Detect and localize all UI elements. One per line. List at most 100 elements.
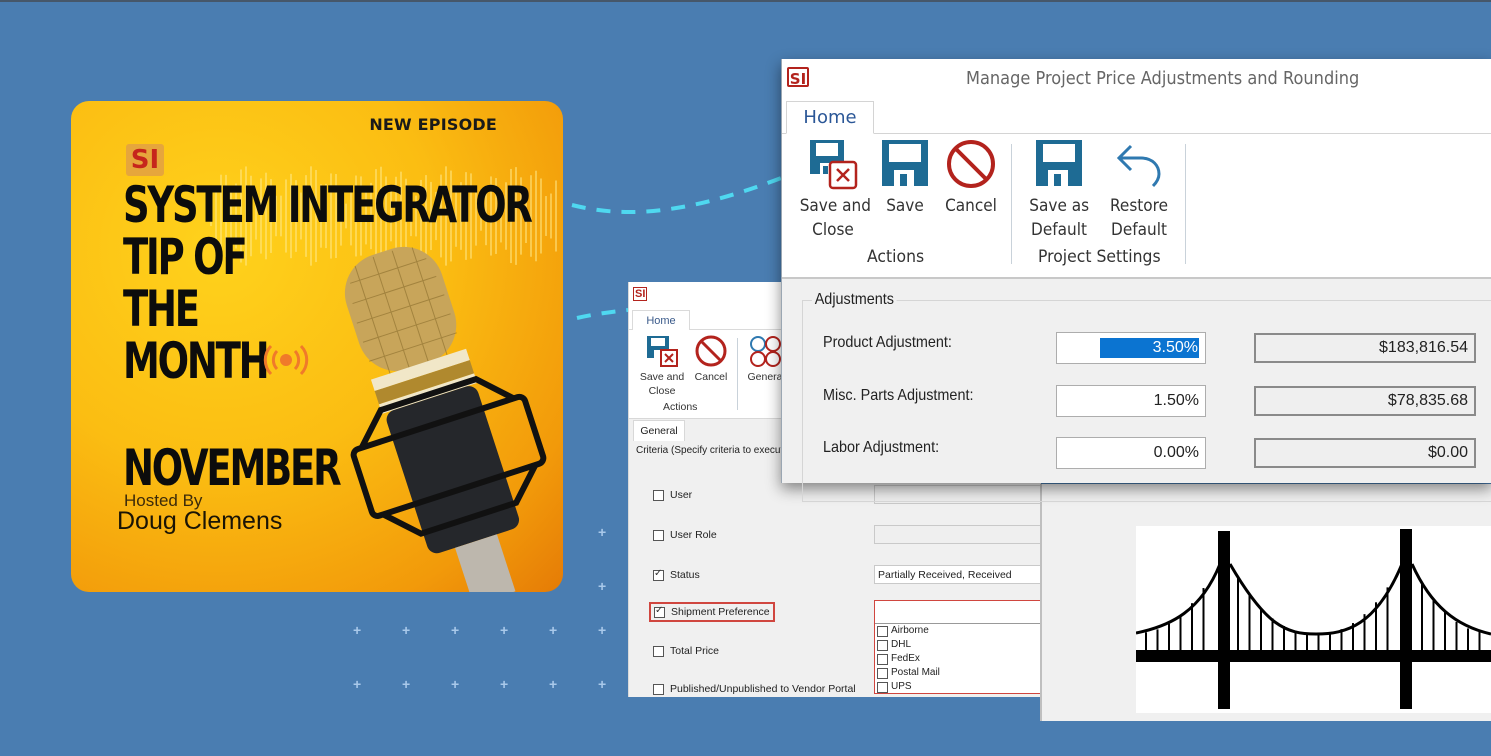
- save-and-close-button[interactable]: Save and Close: [796, 138, 871, 242]
- user-role-field[interactable]: [874, 525, 1041, 544]
- user-role-checkbox[interactable]: [653, 529, 664, 541]
- option-checkbox[interactable]: [877, 667, 888, 679]
- cancel-label: Cancel: [694, 371, 728, 383]
- option-checkbox[interactable]: [877, 639, 888, 651]
- ribbon-separator: [1185, 144, 1186, 264]
- episode-month: NOVEMBER: [123, 439, 342, 497]
- criteria-row-user-role[interactable]: User Role: [653, 529, 717, 541]
- plus-mark: +: [598, 524, 607, 540]
- shipment-preference-input[interactable]: [875, 601, 1041, 624]
- criteria-label: Status: [670, 569, 700, 581]
- podcast-card: NEW EPISODE SI SYSTEM INTEGRATOR TIP OF …: [71, 101, 563, 592]
- restore-default-button[interactable]: Restore Default: [1102, 138, 1176, 242]
- shipment-option[interactable]: DHL: [875, 638, 1041, 652]
- option-checkbox[interactable]: [877, 681, 888, 693]
- project-settings-group-label: Project Settings: [1038, 247, 1161, 267]
- plus-mark: +: [500, 676, 509, 692]
- microphone-image: [344, 246, 547, 592]
- save-and-close-label: Save and: [639, 371, 685, 383]
- restore-default-label-2: Default: [1111, 220, 1167, 240]
- labor-adjustment-input[interactable]: 0.00%: [1056, 437, 1206, 469]
- vendor-portal-checkbox[interactable]: [653, 683, 664, 695]
- actions-group-label: Actions: [867, 247, 925, 267]
- save-close-icon: [647, 336, 678, 367]
- bridge-tower: [1218, 531, 1230, 709]
- status-checkbox[interactable]: [653, 568, 664, 581]
- dashed-connector-top: [571, 176, 782, 214]
- general-label: Genera: [747, 371, 783, 383]
- actions-group-label: Actions: [663, 401, 698, 413]
- title-bar: SI Manage Project Price Adjustments and …: [782, 59, 1491, 99]
- save-and-close-label: Save and: [799, 196, 871, 216]
- labor-adjustment-amount: $0.00: [1254, 438, 1476, 468]
- suspension-bridge-image: [1136, 526, 1491, 713]
- ribbon: Save and Close Save Cancel Save as Defau…: [782, 134, 1491, 279]
- save-as-default-label: Save as: [1029, 196, 1090, 216]
- tab-general[interactable]: General: [633, 420, 685, 441]
- plus-mark: +: [402, 622, 411, 638]
- save-and-close-label-2: Close: [812, 220, 854, 240]
- criteria-row-total-price[interactable]: Total Price: [653, 645, 719, 657]
- shipment-option[interactable]: Airborne: [875, 624, 1041, 638]
- plus-mark: +: [549, 622, 558, 638]
- new-episode-badge: NEW EPISODE: [369, 115, 497, 134]
- criteria-row-vendor-portal[interactable]: Published/Unpublished to Vendor Portal: [653, 683, 856, 695]
- criteria-label: User Role: [670, 529, 717, 541]
- plus-mark: +: [353, 622, 362, 638]
- ribbon-separator: [737, 338, 738, 410]
- cancel-label: Cancel: [945, 196, 997, 216]
- plus-mark: +: [549, 676, 558, 692]
- si-logo: SI: [126, 144, 164, 176]
- criteria-label: Total Price: [670, 645, 720, 657]
- cancel-icon: [947, 140, 995, 188]
- cancel-button[interactable]: Cancel: [940, 138, 1002, 218]
- status-field[interactable]: Partially Received, Received: [874, 565, 1041, 584]
- criteria-row-user[interactable]: User: [653, 489, 692, 501]
- option-label: Airborne: [891, 625, 929, 636]
- tab-home[interactable]: Home: [786, 101, 874, 134]
- save-label: Save: [886, 196, 924, 216]
- misc-parts-adjustment-amount: $78,835.68: [1254, 386, 1476, 416]
- save-close-icon: [810, 140, 858, 190]
- ribbon-tab-strip: Home: [782, 99, 1491, 134]
- product-adjustment-amount: $183,816.54: [1254, 333, 1476, 363]
- si-app-icon: SI: [633, 287, 648, 301]
- save-button[interactable]: Save: [878, 138, 932, 218]
- save-icon: [882, 140, 928, 186]
- total-price-checkbox[interactable]: [653, 645, 664, 657]
- criteria-row-status[interactable]: Status: [653, 568, 700, 581]
- criteria-label: Shipment Preference: [671, 606, 770, 618]
- criteria-label: Published/Unpublished to Vendor Portal: [670, 683, 856, 695]
- shipment-preference-list[interactable]: Airborne DHL FedEx Postal Mail UPS: [874, 600, 1041, 694]
- labor-adjustment-label: Labor Adjustment:: [823, 439, 940, 456]
- cancel-button[interactable]: Cancel: [691, 334, 731, 384]
- save-and-close-button[interactable]: Save and Close: [637, 334, 687, 398]
- bridge-tower: [1400, 529, 1412, 709]
- shipment-option[interactable]: FedEx: [875, 652, 1041, 666]
- product-adjustment-input[interactable]: 3.50%: [1056, 332, 1206, 364]
- option-checkbox[interactable]: [877, 625, 888, 637]
- broadcast-icon: [263, 344, 309, 376]
- option-label: UPS: [891, 681, 912, 692]
- option-checkbox[interactable]: [877, 653, 888, 665]
- plus-mark: +: [353, 676, 362, 692]
- option-label: DHL: [891, 639, 912, 650]
- bridge-deck: [1136, 650, 1491, 662]
- shipment-option[interactable]: UPS: [875, 680, 1041, 694]
- undo-icon: [1116, 144, 1161, 188]
- plus-mark: +: [598, 676, 607, 692]
- product-adjustment-label: Product Adjustment:: [823, 334, 952, 351]
- misc-parts-adjustment-input[interactable]: 1.50%: [1056, 385, 1206, 417]
- plus-mark: +: [598, 622, 607, 638]
- si-app-icon: SI: [787, 67, 809, 88]
- plus-mark: +: [598, 578, 607, 594]
- user-checkbox[interactable]: [653, 489, 664, 501]
- criteria-row-shipment-preference[interactable]: Shipment Preference: [649, 602, 775, 622]
- save-as-default-button[interactable]: Save as Default: [1026, 138, 1092, 242]
- plus-mark: +: [500, 622, 509, 638]
- save-default-icon: [1036, 140, 1082, 186]
- ribbon-separator: [1011, 144, 1012, 264]
- shipment-option[interactable]: Postal Mail: [875, 666, 1041, 680]
- tab-home[interactable]: Home: [632, 310, 690, 331]
- shipment-preference-checkbox[interactable]: [654, 605, 665, 618]
